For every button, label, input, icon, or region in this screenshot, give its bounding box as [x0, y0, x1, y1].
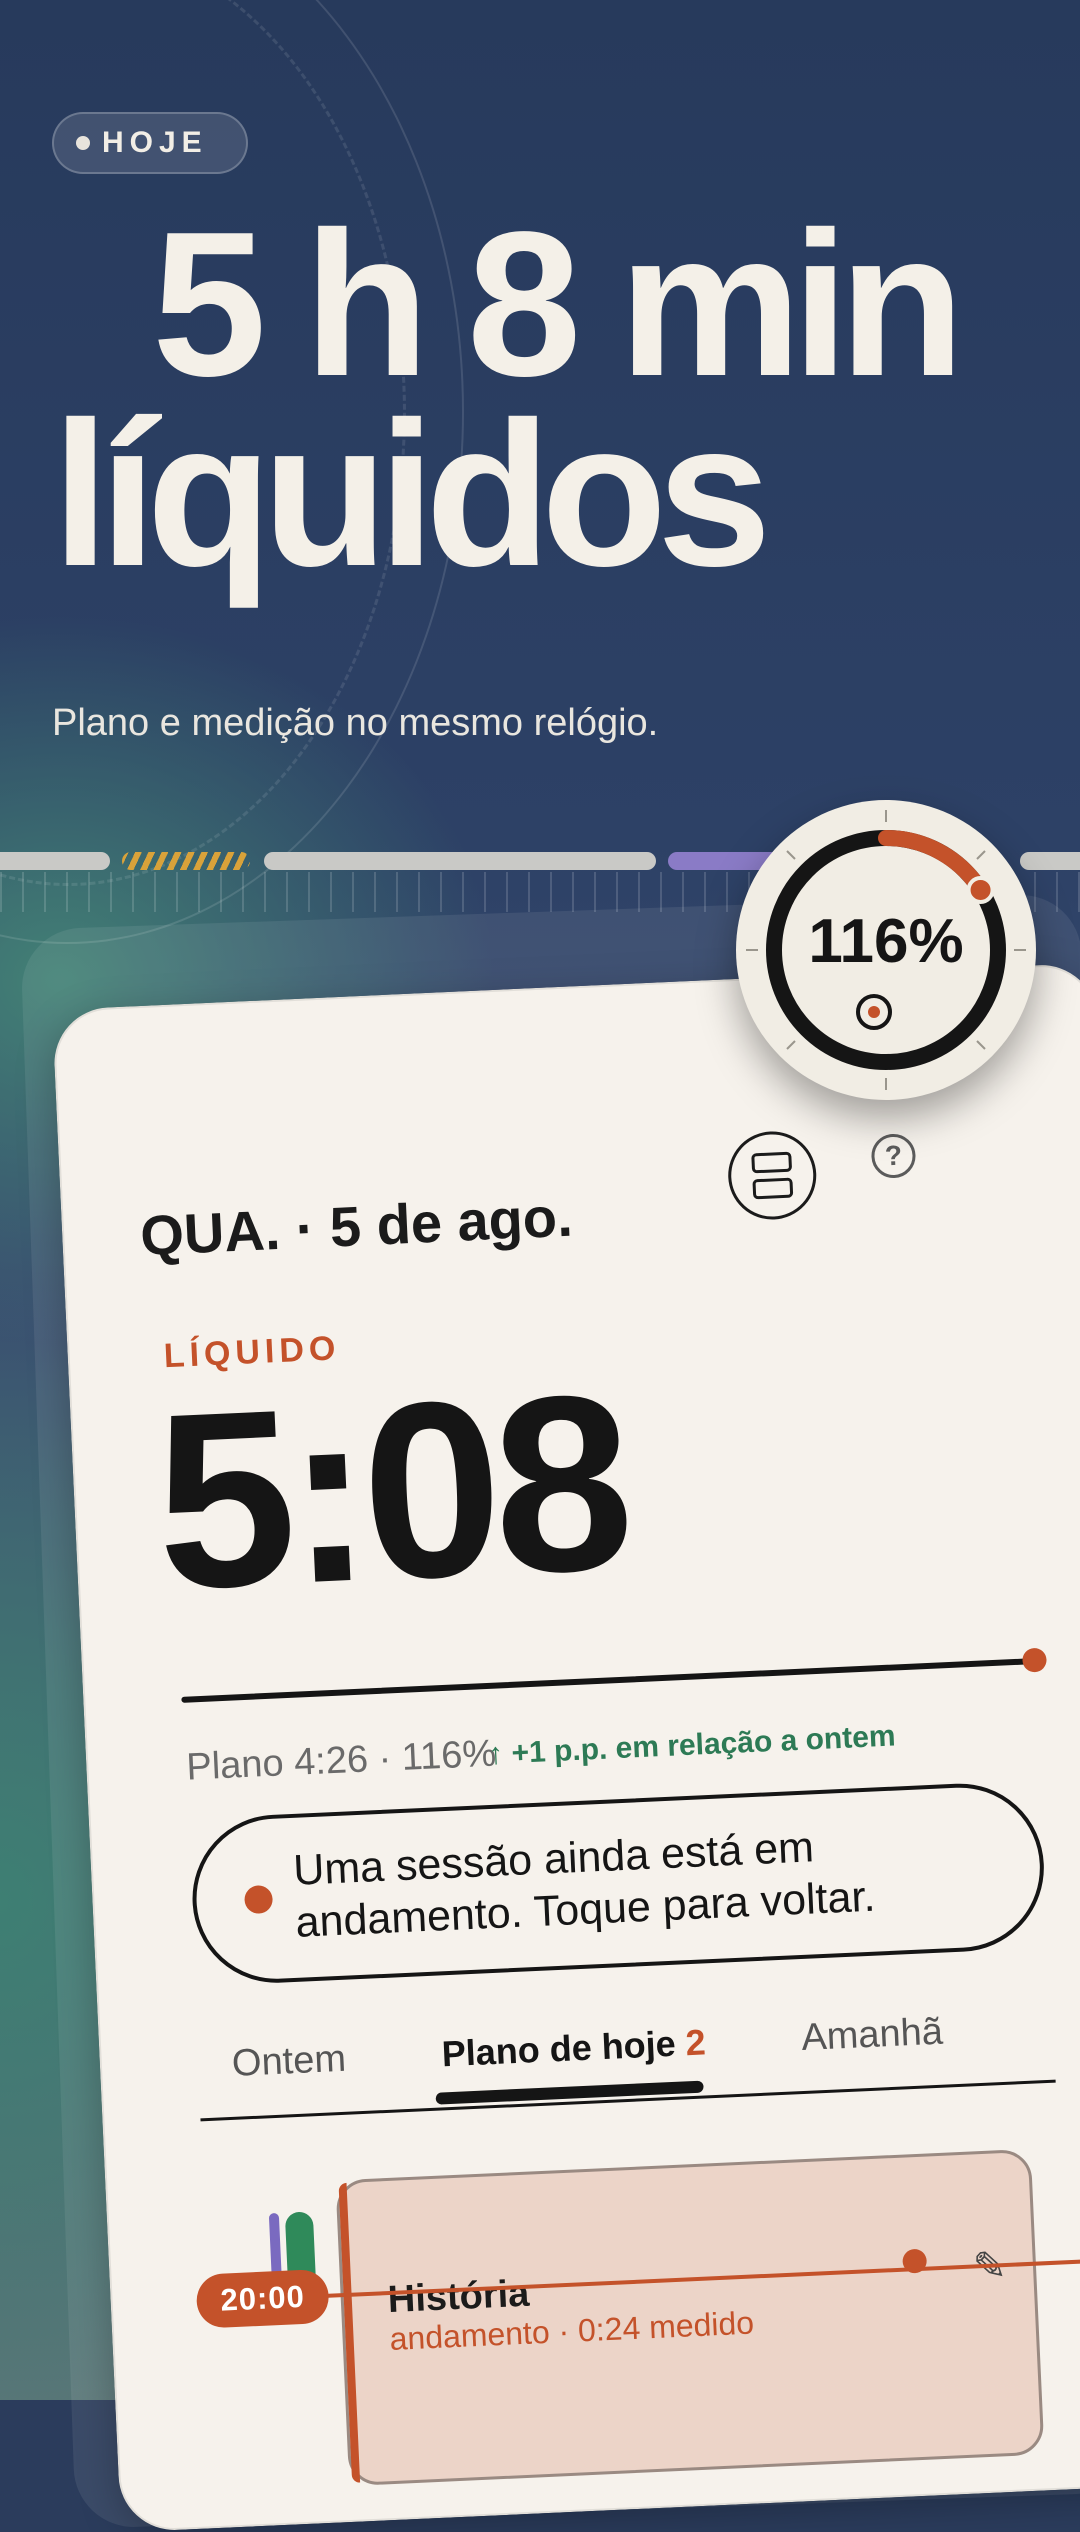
timeline-track-segment [264, 852, 656, 870]
time-chip: 20:00 [195, 2268, 330, 2329]
ring-svg: 116% [746, 810, 1026, 1090]
badge-dot-icon [76, 136, 90, 150]
event-card[interactable]: História andamento · 0:24 medido ✎ [335, 2148, 1045, 2487]
headline-line2: líquidos [52, 378, 772, 609]
session-dot-icon [243, 1884, 274, 1915]
tab-plano-de-hoje[interactable]: Plano de hoje 2 [441, 2021, 707, 2075]
progress-line [181, 1658, 1031, 1703]
tab-ontem[interactable]: Ontem [231, 2038, 347, 2086]
day-card[interactable]: QUA. · 5 de ago. ? LÍQUIDO 5:08 Plano 4:… [52, 962, 1080, 2532]
tab-label: Plano de hoje [440, 2022, 677, 2075]
help-icon[interactable]: ? [870, 1133, 917, 1179]
liquid-time: 5:08 [150, 1341, 631, 1642]
timeline-track-segment [0, 852, 110, 870]
session-banner[interactable]: Uma sessão ainda está em andamento. Toqu… [188, 1779, 1048, 1987]
card-date: QUA. · 5 de ago. [138, 1184, 574, 1268]
progress-dot [1021, 1647, 1048, 1673]
timeline-track-segment-planned [122, 852, 250, 870]
headline-line1: 5 h 8 min [152, 189, 965, 419]
layers-icon[interactable] [726, 1129, 819, 1222]
headline: 5 h 8 min líquidos [52, 189, 1062, 609]
session-message: Uma sessão ainda está em andamento. Toqu… [292, 1823, 877, 1947]
plan-summary: Plano 4:26 · 116% [185, 1732, 498, 1789]
percent-ring[interactable]: 116% [736, 800, 1036, 1100]
tab-amanha[interactable]: Amanhã [800, 2011, 943, 2060]
subtitle: Plano e medição no mesmo relógio. [52, 702, 659, 744]
event-accent-bar [338, 2182, 361, 2483]
today-badge[interactable]: HOJE [52, 112, 248, 174]
ring-percent-label: 116% [808, 907, 963, 976]
tab-count-badge: 2 [684, 2021, 707, 2064]
delta-text: ↑ +1 p.p. em relação a ontem [487, 1719, 897, 1771]
badge-label: HOJE [102, 126, 208, 159]
